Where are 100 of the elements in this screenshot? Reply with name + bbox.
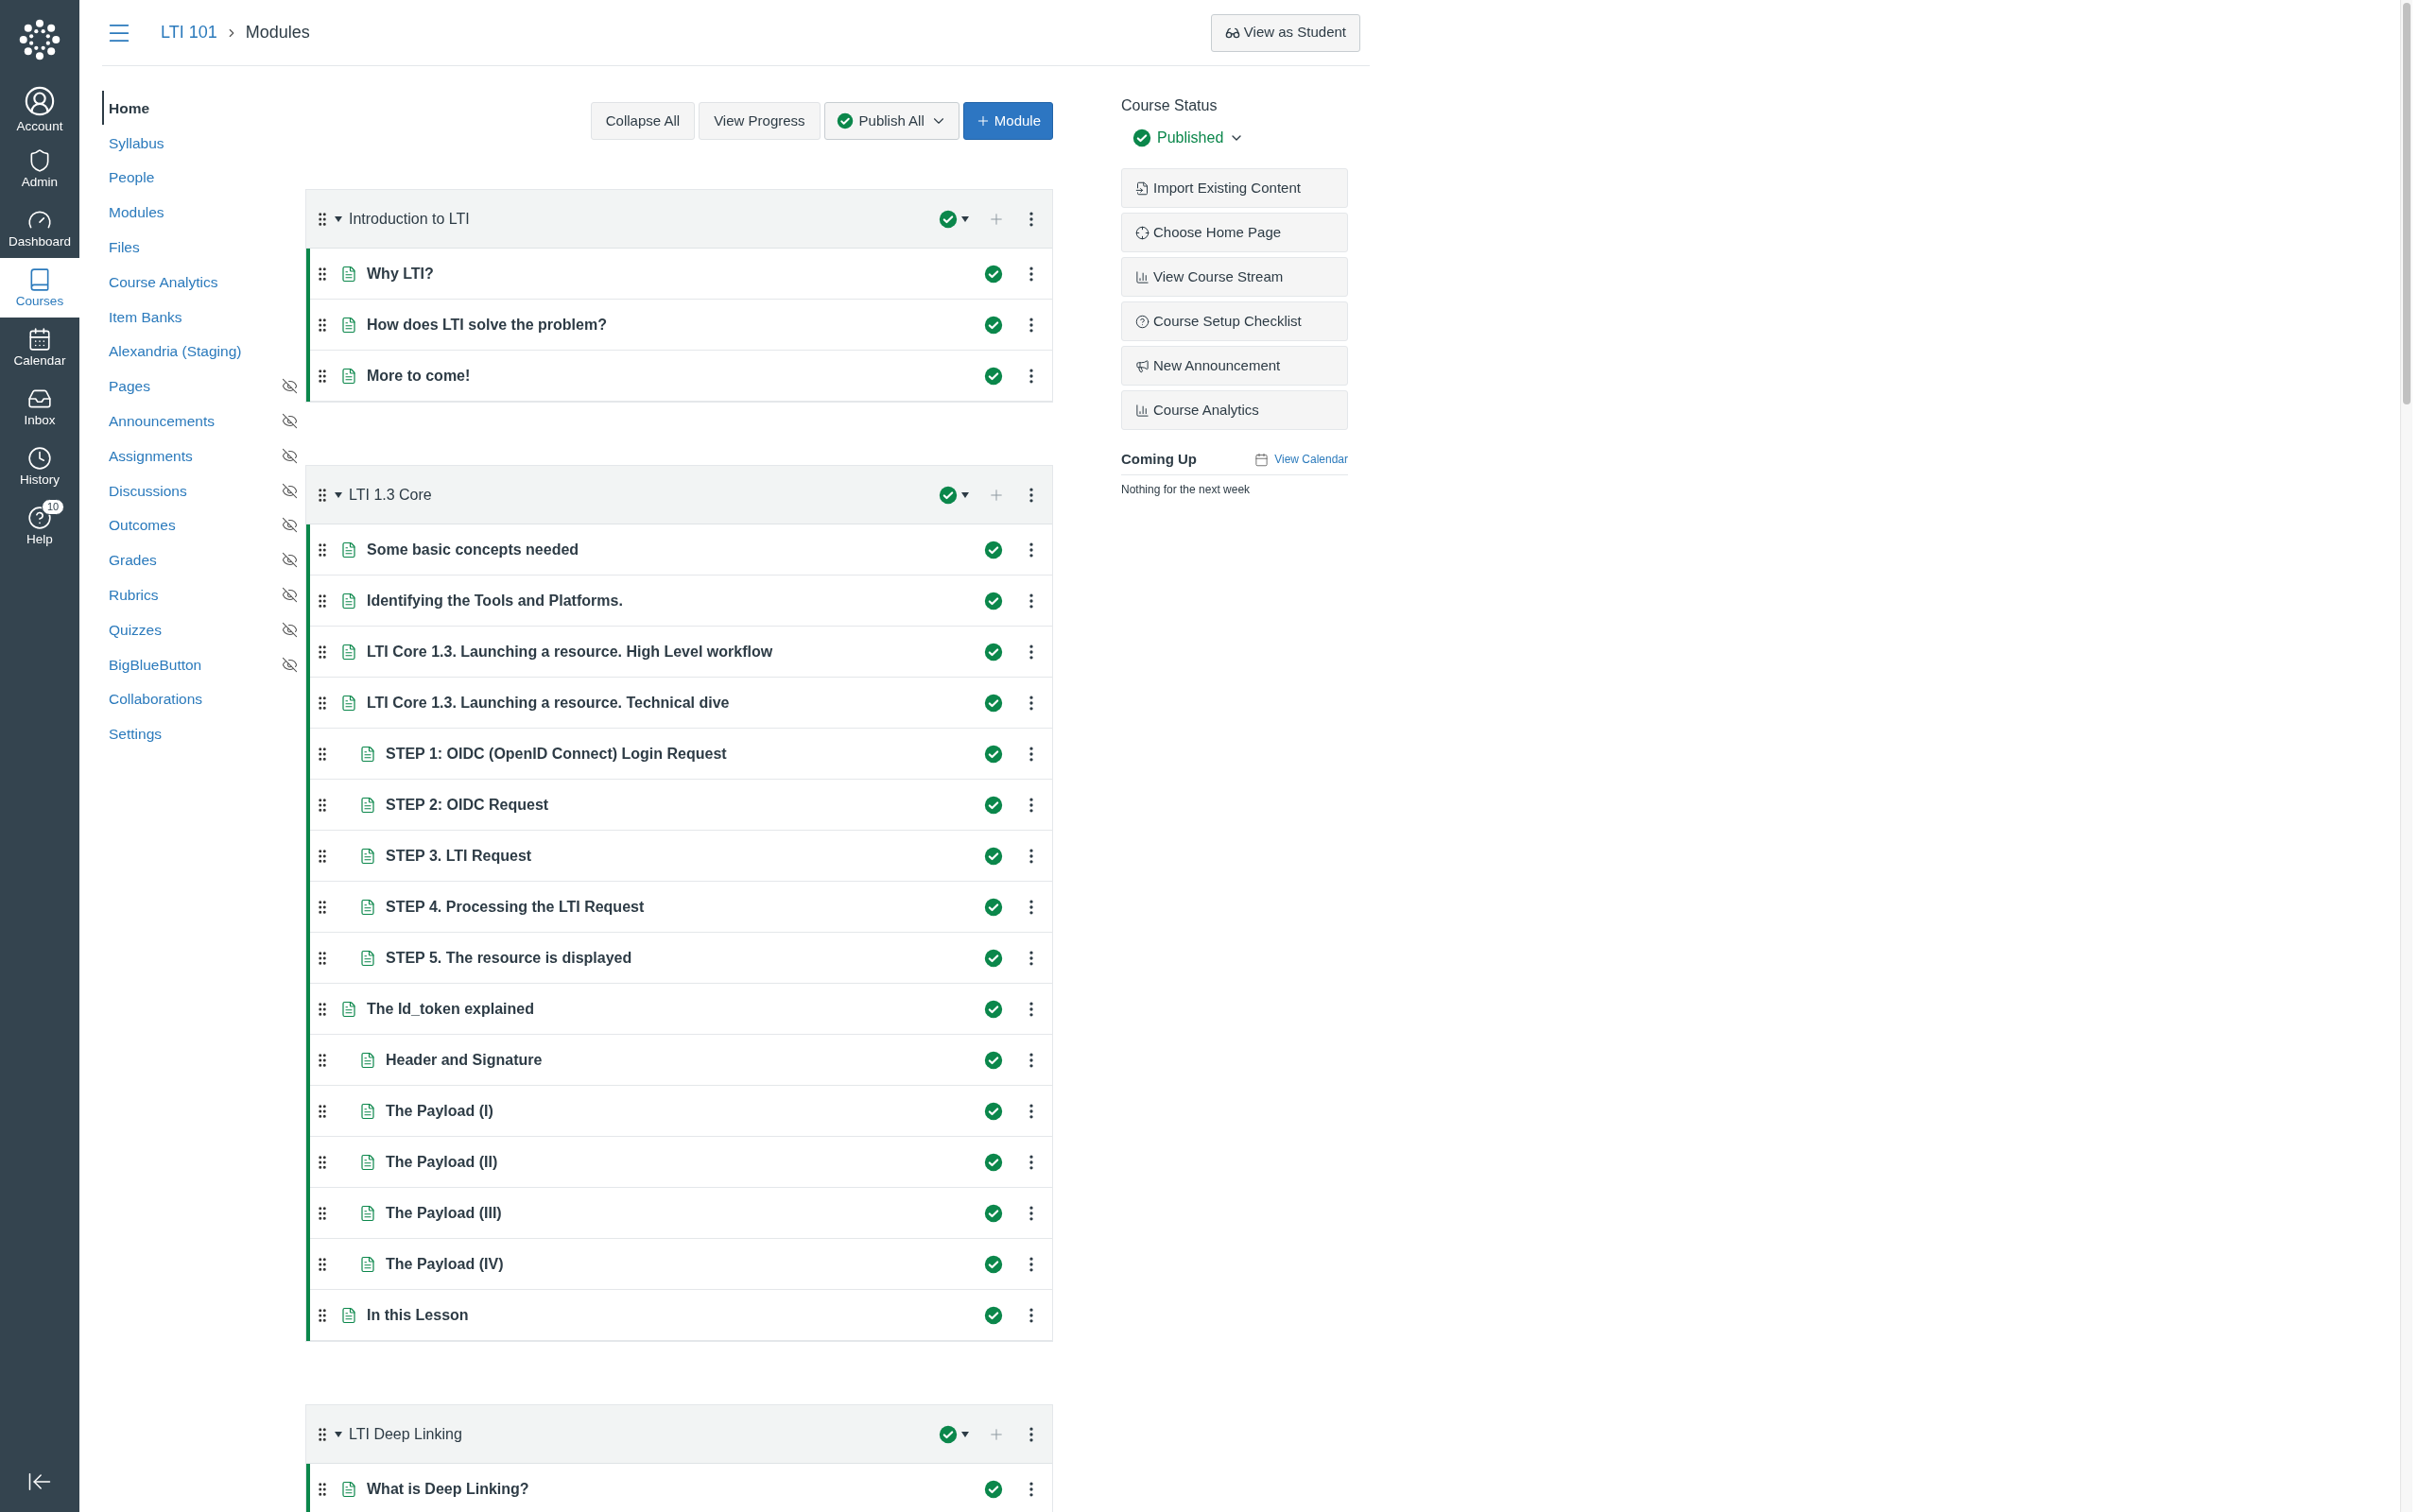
published-icon[interactable] [984, 744, 1003, 764]
published-icon[interactable] [984, 315, 1003, 335]
published-icon[interactable] [939, 209, 958, 229]
item-title[interactable]: Identifying the Tools and Platforms. [367, 589, 984, 612]
module-header[interactable]: LTI 1.3 Core [306, 466, 1052, 524]
published-icon[interactable] [984, 540, 1003, 559]
published-icon[interactable] [939, 485, 958, 505]
course-nav-link[interactable]: Item Banks [102, 300, 182, 335]
course-nav-link[interactable]: Files [102, 230, 140, 265]
course-nav-link[interactable]: Syllabus [102, 126, 164, 161]
published-icon[interactable] [984, 642, 1003, 662]
course-nav-link[interactable]: Grades [102, 542, 157, 577]
module-header[interactable]: LTI Deep Linking [306, 1405, 1052, 1464]
published-icon[interactable] [984, 999, 1003, 1019]
published-icon[interactable] [984, 1479, 1003, 1499]
caret-icon[interactable] [335, 215, 342, 222]
item-title[interactable]: The Payload (III) [386, 1201, 984, 1225]
item-title[interactable]: STEP 2: OIDC Request [386, 793, 984, 816]
calendar-icon [27, 327, 52, 352]
published-icon[interactable] [984, 1152, 1003, 1172]
published-icon[interactable] [984, 366, 1003, 386]
page-icon [359, 1051, 376, 1069]
sidebar-button[interactable]: View Course Stream [1121, 257, 1348, 297]
item-title[interactable]: How does LTI solve the problem? [367, 313, 984, 336]
item-title[interactable]: The Id_token explained [367, 997, 984, 1021]
item-title[interactable]: LTI Core 1.3. Launching a resource. High Level workflow [367, 640, 984, 663]
publish-all-button[interactable]: Publish All [823, 102, 959, 140]
published-icon[interactable] [984, 1254, 1003, 1274]
course-nav-link[interactable]: Outcomes [102, 507, 176, 542]
breadcrumb-link[interactable]: LTI 101 [161, 20, 217, 45]
global-nav-item[interactable]: Inbox [0, 377, 79, 437]
sidebar-button[interactable]: Choose Home Page [1121, 213, 1348, 252]
view-calendar-link[interactable]: View Calendar [1274, 451, 1348, 469]
view-as-student-button[interactable]: View as Student [1210, 13, 1360, 52]
course-nav-link[interactable]: Course Analytics [102, 265, 218, 300]
item-title[interactable]: STEP 4. Processing the LTI Request [386, 895, 984, 919]
item-title[interactable]: In this Lesson [367, 1303, 984, 1327]
add-module-button[interactable]: Module [962, 102, 1053, 140]
published-icon[interactable] [984, 693, 1003, 713]
global-nav-item[interactable]: History [0, 437, 79, 496]
item-title[interactable]: STEP 1: OIDC (OpenID Connect) Login Request [386, 742, 984, 765]
item-title[interactable]: Why LTI? [367, 262, 984, 285]
item-title[interactable]: What is Deep Linking? [367, 1477, 984, 1501]
file-import-icon [1135, 180, 1150, 196]
course-nav-link[interactable]: Pages [102, 369, 150, 404]
course-nav-link[interactable]: Announcements [102, 404, 216, 438]
item-title[interactable]: Header and Signature [386, 1048, 984, 1072]
module-title: Introduction to LTI [349, 209, 471, 229]
published-icon[interactable] [984, 1050, 1003, 1070]
global-nav-item[interactable]: Dashboard [0, 198, 79, 258]
published-icon[interactable] [984, 897, 1003, 917]
published-icon[interactable] [984, 846, 1003, 866]
caret-icon[interactable] [335, 1431, 342, 1437]
global-nav-item[interactable]: Account [0, 79, 79, 139]
course-nav-link[interactable]: Collaborations [102, 681, 203, 716]
course-nav-link[interactable]: People [102, 161, 155, 195]
global-nav-item[interactable]: Courses [0, 258, 79, 318]
item-title[interactable]: The Payload (I) [386, 1099, 984, 1123]
published-icon[interactable] [984, 591, 1003, 610]
sidebar-button[interactable]: New Announcement [1121, 346, 1348, 386]
item-title[interactable]: Some basic concepts needed [367, 538, 984, 561]
published-icon[interactable] [984, 948, 1003, 968]
caret-icon[interactable] [961, 491, 969, 498]
global-nav-item[interactable]: Admin [0, 139, 79, 198]
course-nav-link[interactable]: BigBlueButton [102, 647, 202, 682]
item-title[interactable]: LTI Core 1.3. Launching a resource. Technical dive [367, 691, 984, 714]
published-icon[interactable] [984, 1101, 1003, 1121]
course-nav-link[interactable]: Discussions [102, 473, 187, 508]
published-icon[interactable] [939, 1424, 958, 1444]
toolbar-button[interactable]: View Progress [699, 102, 821, 140]
item-title[interactable]: STEP 3. LTI Request [386, 844, 984, 868]
published-icon[interactable] [984, 1203, 1003, 1223]
item-title[interactable]: STEP 5. The resource is displayed [386, 946, 984, 970]
sidebar-button[interactable]: Course Setup Checklist [1121, 301, 1348, 341]
published-icon[interactable] [984, 264, 1003, 284]
sidebar-button[interactable]: Import Existing Content [1121, 168, 1348, 208]
item-title[interactable]: More to come! [367, 364, 984, 387]
item-title[interactable]: The Payload (IV) [386, 1252, 984, 1276]
global-nav-item[interactable]: Calendar [0, 318, 79, 377]
toolbar-button[interactable]: Collapse All [590, 102, 696, 140]
logo-icon[interactable] [18, 18, 61, 61]
course-nav-link[interactable]: Assignments [102, 438, 193, 473]
course-status-dropdown[interactable]: Published [1132, 127, 1348, 149]
course-nav-link[interactable]: Rubrics [102, 577, 159, 612]
course-nav-link[interactable]: Quizzes [102, 612, 162, 647]
published-icon[interactable] [984, 1305, 1003, 1325]
item-title[interactable]: The Payload (II) [386, 1150, 984, 1174]
caret-icon[interactable] [335, 491, 342, 498]
course-nav-link[interactable]: Settings [102, 716, 162, 751]
course-nav-link[interactable]: Home [102, 91, 150, 126]
published-icon[interactable] [836, 112, 854, 129]
caret-icon[interactable] [961, 215, 969, 222]
course-nav-link[interactable]: Modules [102, 195, 164, 230]
caret-icon[interactable] [961, 1431, 969, 1437]
published-icon[interactable] [984, 795, 1003, 815]
global-nav-item[interactable]: Help 10 [0, 496, 79, 556]
published-icon[interactable] [1132, 129, 1151, 147]
module-header[interactable]: Introduction to LTI [306, 190, 1052, 249]
course-nav-link[interactable]: Alexandria (Staging) [102, 334, 242, 369]
sidebar-button[interactable]: Course Analytics [1121, 390, 1348, 430]
